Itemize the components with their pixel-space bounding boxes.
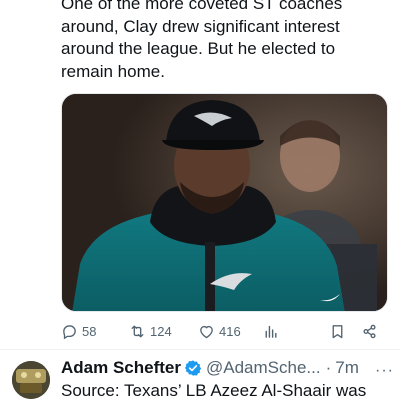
share-icon: [363, 324, 376, 338]
separator-dot: ·: [325, 358, 332, 377]
timeline: One of the more coveted ST coaches aroun…: [0, 0, 400, 400]
tweet-timestamp[interactable]: 7m: [335, 358, 359, 378]
verified-badge-icon: [184, 360, 202, 376]
author-name[interactable]: Adam Schefter: [61, 358, 181, 378]
bookmark-icon: [332, 324, 343, 338]
more-icon[interactable]: ···: [375, 362, 394, 380]
next-tweet-text: Source: Texans’ LB Azeez Al-Shaair was: [61, 381, 367, 400]
views-button[interactable]: [262, 320, 279, 342]
bookmark-button[interactable]: [329, 320, 346, 342]
tweet-text: One of the more coveted ST coaches aroun…: [61, 0, 391, 83]
reply-count: 58: [82, 323, 97, 339]
like-icon: [200, 325, 213, 338]
tweet-photo[interactable]: [61, 93, 388, 312]
like-count: 416: [219, 323, 241, 339]
author-handle[interactable]: @AdamSche...: [206, 358, 321, 378]
tweet-text-line: around the league. But he elected to: [61, 39, 336, 58]
next-tweet-header: Adam Schefter @AdamSche... · 7m ···: [61, 358, 396, 380]
repost-icon: [131, 325, 144, 337]
views-icon: [265, 325, 277, 338]
like-button[interactable]: 416: [198, 320, 241, 342]
avatar-image: [12, 361, 50, 399]
tweet-text-line: around, Clay drew significant interest: [61, 16, 340, 36]
tweet-text-line: One of the more coveted ST coaches: [61, 0, 343, 13]
reply-button[interactable]: 58: [61, 320, 96, 342]
coach-photo-illustration: [62, 94, 387, 311]
repost-count: 124: [150, 323, 172, 339]
tweet-text-line: remain home.: [61, 61, 165, 81]
share-button[interactable]: [361, 320, 378, 342]
author-avatar[interactable]: [12, 361, 50, 399]
reply-icon: [63, 324, 76, 339]
tweet-actions: 58 124 416: [61, 320, 381, 342]
repost-button[interactable]: 124: [129, 320, 172, 342]
tweet-divider: [0, 349, 400, 350]
